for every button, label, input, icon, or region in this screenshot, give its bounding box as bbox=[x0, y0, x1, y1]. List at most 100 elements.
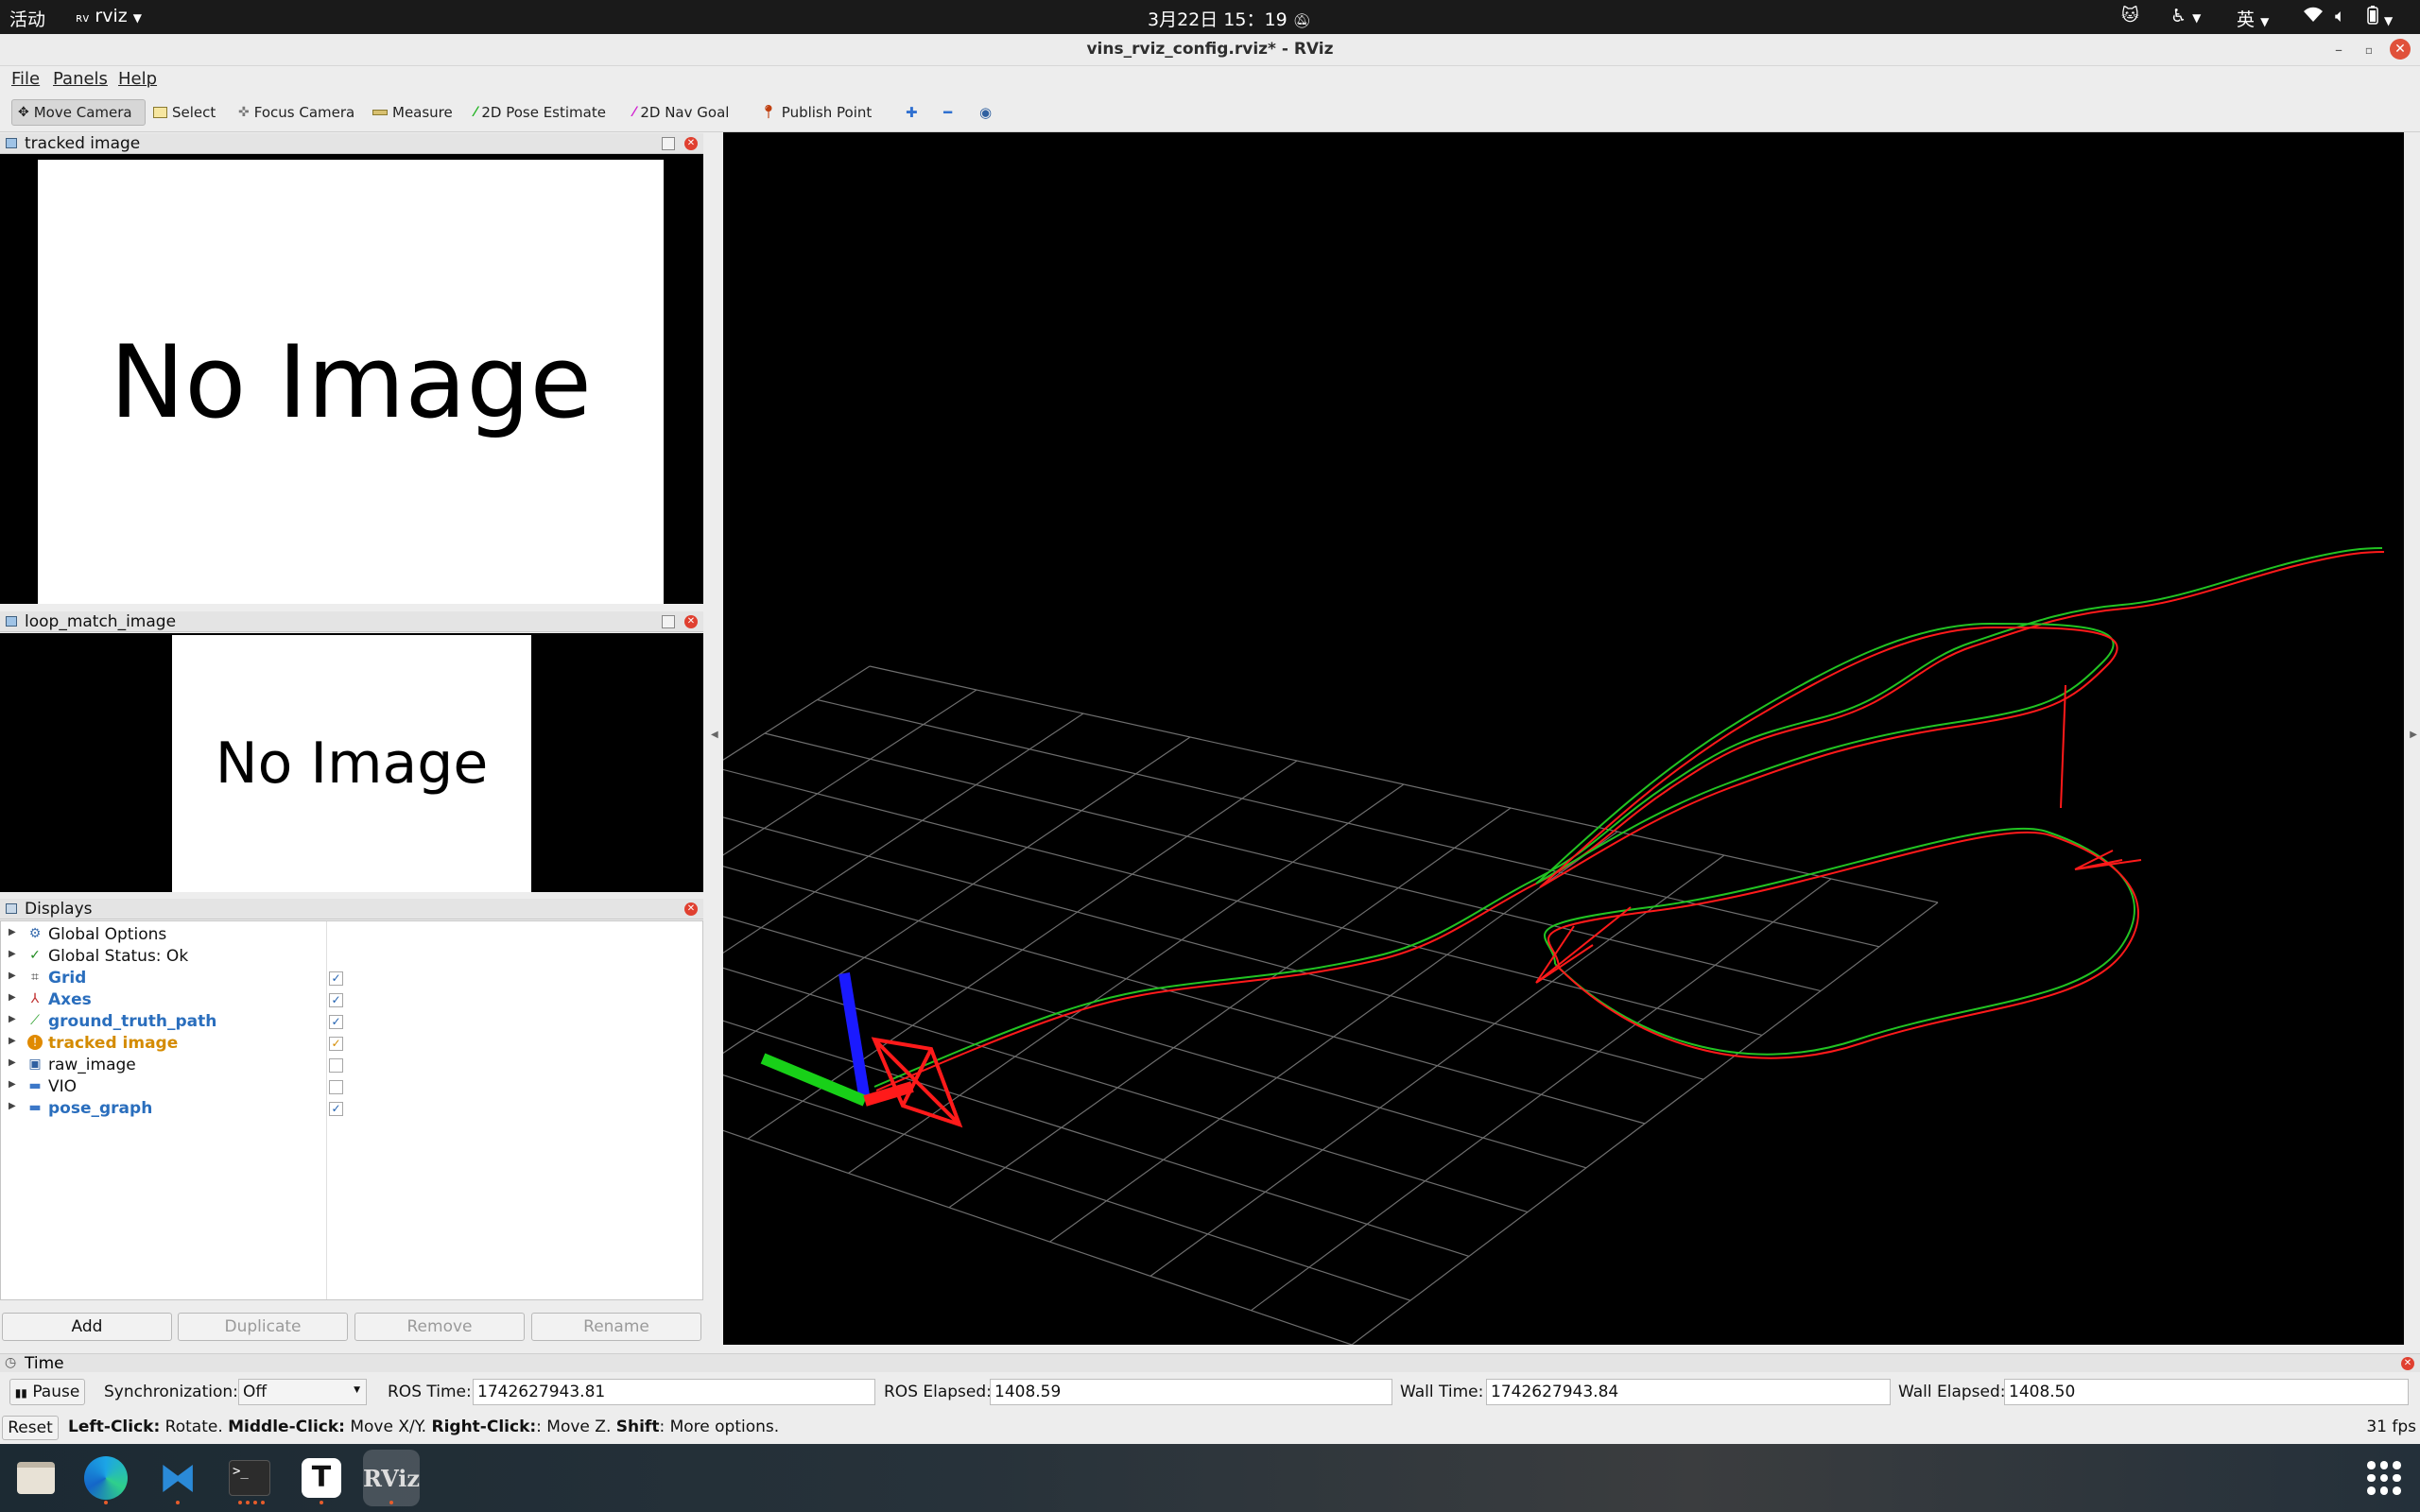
menu-file[interactable]: File bbox=[11, 69, 40, 89]
display-enabled-checkbox[interactable] bbox=[329, 1080, 343, 1094]
expand-arrow-icon[interactable]: ▶ bbox=[9, 1014, 16, 1024]
wall-elapsed-field[interactable]: 1408.50 bbox=[2004, 1379, 2409, 1405]
expand-arrow-icon[interactable]: ▶ bbox=[9, 971, 16, 981]
display-enabled-checkbox[interactable]: ✓ bbox=[329, 993, 343, 1007]
publish-point-tool[interactable]: 📍︎ Publish Point bbox=[754, 99, 877, 126]
focus-camera-tool[interactable]: ✜ Focus Camera bbox=[233, 99, 360, 126]
add-display-button[interactable]: Add bbox=[2, 1313, 172, 1341]
input-method-menu[interactable]: 英 ▼ bbox=[2237, 6, 2269, 31]
ground-grid bbox=[344, 665, 1939, 1346]
chevron-down-icon: ▼ bbox=[2384, 14, 2394, 27]
remove-display-button[interactable]: Remove bbox=[354, 1313, 525, 1341]
menu-help[interactable]: Help bbox=[118, 69, 157, 89]
activities-button[interactable]: 活动 bbox=[9, 6, 45, 31]
display-row[interactable]: ▶ ⌗ Grid ✓ bbox=[1, 969, 702, 990]
display-enabled-checkbox[interactable]: ✓ bbox=[329, 971, 343, 986]
close-window-icon[interactable]: ✕ bbox=[2390, 39, 2411, 60]
3d-scene[interactable] bbox=[344, 132, 2404, 1346]
files-app[interactable] bbox=[8, 1450, 64, 1506]
wifi-icon[interactable] bbox=[2303, 6, 2324, 27]
menu-panels[interactable]: Panels bbox=[53, 69, 108, 89]
display-enabled-checkbox[interactable]: ✓ bbox=[329, 1015, 343, 1029]
window-title-bar[interactable]: vins_rviz_config.rviz* - RViz – ▫ ✕ bbox=[0, 34, 2420, 66]
select-tool[interactable]: Select bbox=[147, 99, 221, 126]
edge-browser-app[interactable] bbox=[78, 1450, 134, 1506]
collapse-arrow-icon[interactable]: ◀ bbox=[711, 730, 718, 740]
vscode-app[interactable]: ⧓ bbox=[149, 1450, 206, 1506]
display-enabled-checkbox[interactable]: ✓ bbox=[329, 1037, 343, 1051]
undock-icon[interactable] bbox=[662, 137, 675, 150]
add-tool-icon[interactable]: ✚ bbox=[900, 99, 924, 126]
running-indicator bbox=[320, 1501, 323, 1504]
focus-camera-label: Focus Camera bbox=[253, 104, 355, 121]
expand-arrow-icon[interactable]: ▶ bbox=[9, 1057, 16, 1068]
expand-arrow-icon[interactable]: ▶ bbox=[9, 1101, 16, 1111]
undock-icon[interactable] bbox=[662, 615, 675, 628]
collapse-arrow-icon[interactable]: ▶ bbox=[2410, 730, 2417, 740]
tool-bar: ✥ Move Camera Select ✜ Focus Camera Meas… bbox=[0, 93, 2420, 132]
close-panel-icon[interactable]: ✕ bbox=[684, 902, 698, 916]
typora-icon: T bbox=[302, 1458, 341, 1498]
display-row[interactable]: ▶ ⅄ Axes ✓ bbox=[1, 990, 702, 1012]
remove-tool-icon[interactable]: ━ bbox=[938, 99, 958, 126]
minimize-icon[interactable]: – bbox=[2327, 39, 2350, 61]
interaction-hint: Left-Click: Rotate. Middle-Click: Move X… bbox=[68, 1418, 779, 1436]
time-panel-header: ◷ Time ✕ bbox=[0, 1353, 2420, 1373]
clock[interactable]: 3月22日 15：19 🔕︎ bbox=[1148, 6, 1311, 31]
pose-estimate-label: 2D Pose Estimate bbox=[481, 104, 606, 121]
wall-time-field[interactable]: 1742627943.84 bbox=[1486, 1379, 1891, 1405]
panel-splitter[interactable]: ◀ bbox=[705, 132, 723, 1345]
rename-display-button[interactable]: Rename bbox=[531, 1313, 701, 1341]
move-camera-tool[interactable]: ✥ Move Camera bbox=[11, 99, 146, 126]
sync-select[interactable]: Off ▼ bbox=[238, 1379, 367, 1405]
display-label: Axes bbox=[48, 990, 92, 1009]
wall-time-label: Wall Time: bbox=[1400, 1383, 1484, 1401]
close-panel-icon[interactable]: ✕ bbox=[2401, 1357, 2414, 1370]
display-row[interactable]: ▶ ▣ raw_image bbox=[1, 1056, 702, 1077]
pose-estimate-tool[interactable]: ⁄ 2D Pose Estimate bbox=[469, 99, 612, 126]
expand-arrow-icon[interactable]: ▶ bbox=[9, 1036, 16, 1046]
display-label: Global Options bbox=[48, 925, 167, 944]
display-row[interactable]: ▶ ▬ pose_graph ✓ bbox=[1, 1099, 702, 1121]
3d-render-view[interactable]: ▶ bbox=[344, 132, 2417, 1346]
show-apps-grid-icon[interactable] bbox=[2367, 1461, 2401, 1495]
expand-arrow-icon[interactable]: ▶ bbox=[9, 992, 16, 1003]
hint-right-key: Right-Click: bbox=[431, 1418, 537, 1436]
volume-icon[interactable]: 🔈︎ bbox=[2335, 6, 2345, 26]
typora-app[interactable]: T bbox=[293, 1450, 350, 1506]
display-row[interactable]: ▶ ⚙ Global Options bbox=[1, 925, 702, 947]
accessibility-menu[interactable]: ♿︎ ▼ bbox=[2170, 6, 2201, 26]
display-row[interactable]: ▶ ⟋ ground_truth_path ✓ bbox=[1, 1012, 702, 1034]
expand-arrow-icon[interactable]: ▶ bbox=[9, 949, 16, 959]
ros-time-field[interactable]: 1742627943.81 bbox=[473, 1379, 875, 1405]
display-row[interactable]: ▶ ✓ Global Status: Ok bbox=[1, 947, 702, 969]
measure-tool[interactable]: Measure bbox=[367, 99, 458, 126]
display-label: tracked image bbox=[48, 1034, 179, 1053]
display-row[interactable]: ▶! tracked image ✓ bbox=[1, 1034, 702, 1056]
pause-button[interactable]: ▮▮ Pause bbox=[9, 1379, 85, 1405]
app-menu[interactable]: ʀᴠ rviz ▼ bbox=[76, 6, 142, 26]
hint-shift-text: : More options. bbox=[659, 1418, 780, 1436]
close-panel-icon[interactable]: ✕ bbox=[684, 137, 698, 150]
reset-button[interactable]: Reset bbox=[2, 1416, 59, 1440]
expand-arrow-icon[interactable]: ▶ bbox=[9, 1079, 16, 1090]
view-options-icon[interactable]: ◉ bbox=[974, 99, 997, 126]
ros-time-label: ROS Time: bbox=[388, 1383, 472, 1401]
terminal-app[interactable]: >_ bbox=[221, 1450, 278, 1506]
close-panel-icon[interactable]: ✕ bbox=[684, 615, 698, 628]
grid-line bbox=[647, 736, 1191, 1106]
nav-goal-tool[interactable]: ⁄ 2D Nav Goal bbox=[628, 99, 735, 126]
display-enabled-checkbox[interactable] bbox=[329, 1058, 343, 1073]
rviz-app[interactable]: RViz bbox=[363, 1450, 420, 1506]
input-method-label: 英 bbox=[2237, 9, 2256, 30]
display-row[interactable]: ▶ ▬ VIO bbox=[1, 1077, 702, 1099]
maximize-icon[interactable]: ▫ bbox=[2358, 39, 2380, 61]
display-enabled-checkbox[interactable]: ✓ bbox=[329, 1102, 343, 1116]
no-image-placeholder: No Image bbox=[172, 635, 531, 892]
duplicate-display-button[interactable]: Duplicate bbox=[178, 1313, 348, 1341]
expand-arrow-icon[interactable]: ▶ bbox=[9, 927, 16, 937]
battery-menu[interactable]: ▼ bbox=[2367, 6, 2393, 29]
display-label: Global Status: Ok bbox=[48, 947, 189, 966]
ros-elapsed-field[interactable]: 1408.59 bbox=[990, 1379, 1392, 1405]
cat-tray-icon[interactable]: 🐱︎ bbox=[2121, 6, 2139, 26]
